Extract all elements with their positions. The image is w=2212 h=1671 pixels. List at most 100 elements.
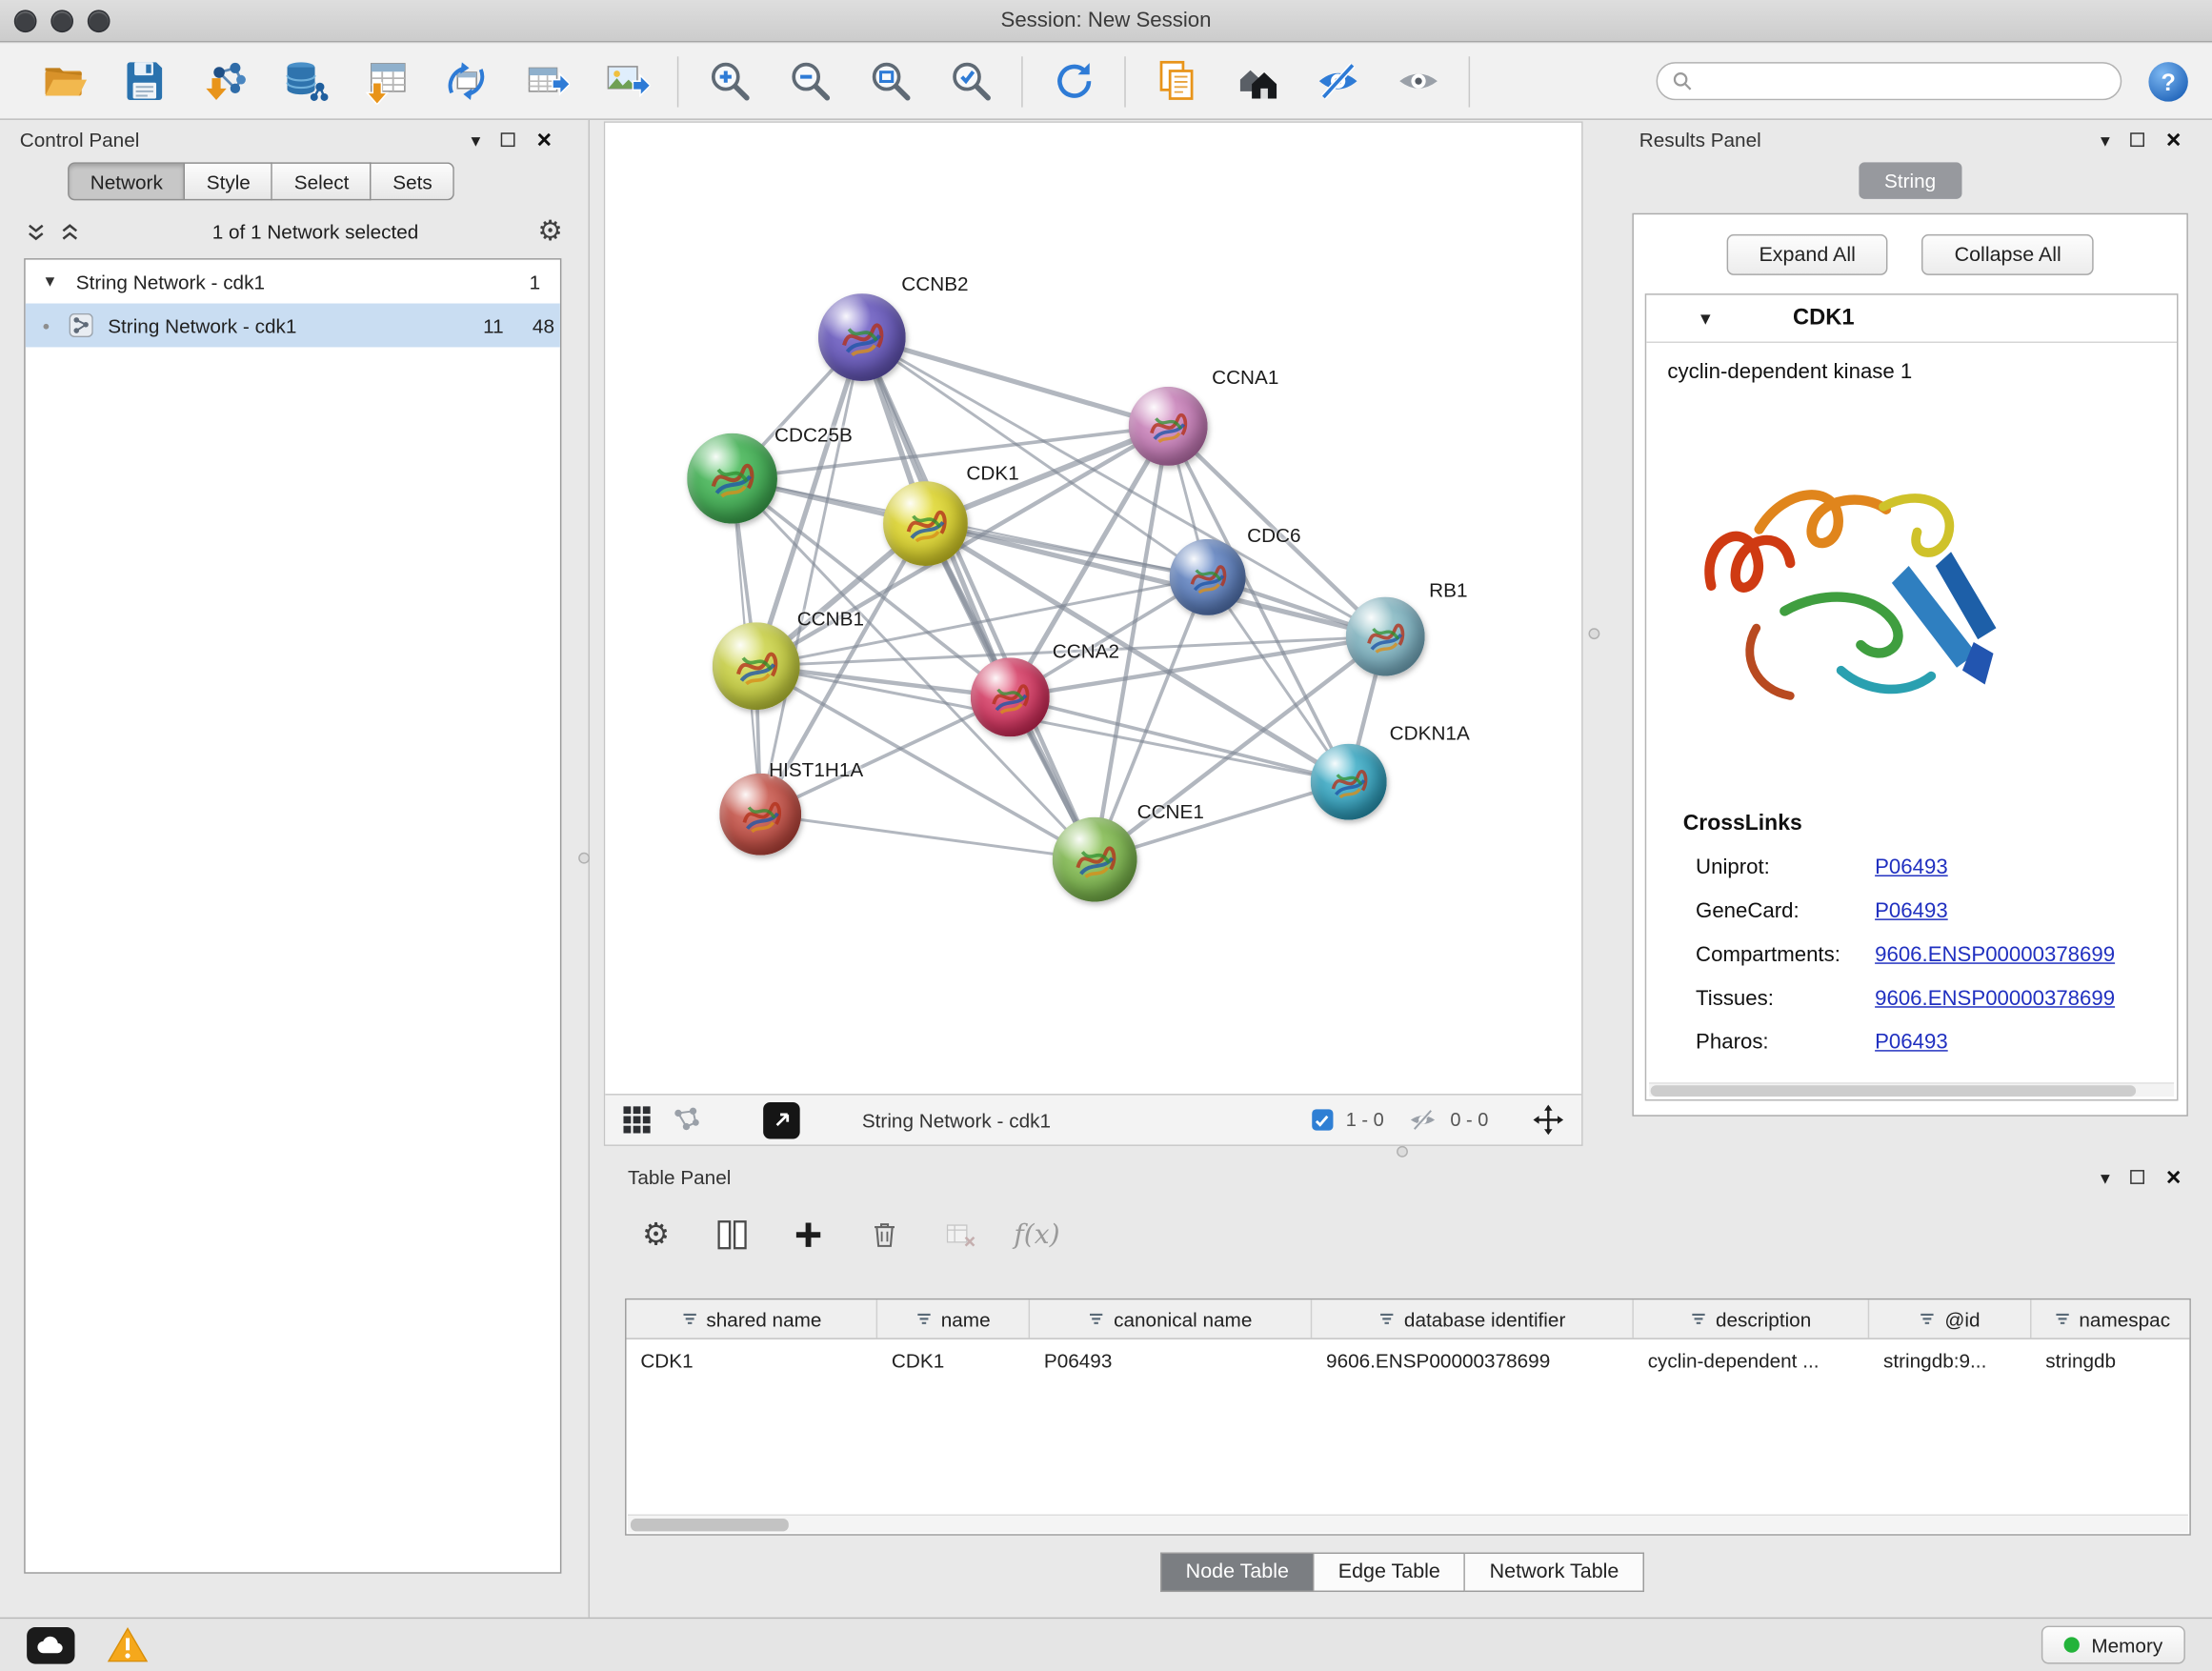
gene-section-header[interactable]: ▼ CDK1	[1646, 295, 2177, 343]
column-header[interactable]: canonical name	[1030, 1299, 1312, 1338]
float-panel-icon[interactable]	[2131, 132, 2145, 147]
network-node-RB1[interactable]	[1346, 597, 1425, 676]
tab-node-table[interactable]: Node Table	[1160, 1553, 1315, 1592]
home-button[interactable]	[1227, 51, 1286, 111]
table-cell[interactable]: stringdb	[2031, 1339, 2192, 1380]
hide-selected-button[interactable]	[1308, 51, 1367, 111]
tab-network-table[interactable]: Network Table	[1466, 1553, 1644, 1592]
new-network-from-selection-button[interactable]	[436, 51, 495, 111]
network-node-CCNB1[interactable]	[713, 622, 800, 710]
export-table-button[interactable]	[516, 51, 575, 111]
pan-move-icon[interactable]	[1532, 1103, 1564, 1136]
close-panel-icon[interactable]: ×	[2166, 1164, 2182, 1190]
network-options-gear-icon[interactable]: ⚙	[537, 217, 563, 246]
selected-items-checkbox[interactable]	[1312, 1109, 1333, 1130]
network-node-CCNB2[interactable]	[818, 293, 906, 381]
expand-all-networks-icon[interactable]	[59, 221, 80, 242]
network-node-CCNA1[interactable]	[1129, 387, 1208, 466]
crosslink-link[interactable]: P06493	[1875, 899, 1948, 923]
table-cell[interactable]: stringdb:9...	[1869, 1339, 2031, 1380]
tab-style[interactable]: Style	[186, 162, 273, 200]
tab-string-results[interactable]: String	[1859, 162, 1961, 199]
scrollbar-thumb[interactable]	[1651, 1085, 2136, 1097]
table-cell[interactable]: 9606.ENSP00000378699	[1312, 1339, 1634, 1380]
network-node-CDKN1A[interactable]	[1311, 744, 1387, 820]
open-session-button[interactable]	[34, 51, 93, 111]
zoom-fit-button[interactable]	[860, 51, 919, 111]
birds-eye-view-icon[interactable]	[672, 1105, 701, 1135]
help-button[interactable]: ?	[2144, 57, 2192, 105]
network-node-CDC6[interactable]	[1170, 539, 1246, 615]
export-image-button[interactable]	[596, 51, 655, 111]
network-edge[interactable]	[760, 337, 862, 815]
network-node-CCNA2[interactable]	[971, 657, 1050, 736]
column-header[interactable]: database identifier	[1312, 1299, 1634, 1338]
export-view-button[interactable]	[763, 1101, 800, 1138]
cloud-button[interactable]	[27, 1626, 74, 1663]
minimize-window-button[interactable]	[50, 10, 73, 32]
tab-network[interactable]: Network	[68, 162, 185, 200]
tab-edge-table[interactable]: Edge Table	[1315, 1553, 1466, 1592]
save-session-button[interactable]	[114, 51, 173, 111]
expand-all-button[interactable]: Expand All	[1726, 234, 1888, 275]
crosslink-link[interactable]: 9606.ENSP00000378699	[1875, 943, 2115, 967]
table-cell[interactable]: cyclin-dependent ...	[1634, 1339, 1869, 1380]
table-cell[interactable]: CDK1	[627, 1339, 878, 1380]
table-horizontal-scrollbar[interactable]	[628, 1515, 2188, 1533]
network-edge[interactable]	[760, 815, 1095, 859]
import-network-file-button[interactable]	[194, 51, 253, 111]
table-cell[interactable]: CDK1	[877, 1339, 1030, 1380]
collapse-all-button[interactable]: Collapse All	[1922, 234, 2094, 275]
close-panel-icon[interactable]: ×	[536, 127, 552, 152]
right-splitter-grip[interactable]	[1588, 628, 1599, 639]
scrollbar-thumb[interactable]	[631, 1519, 789, 1531]
collapse-panel-icon[interactable]: ▾	[472, 131, 481, 149]
column-header[interactable]: @id	[1869, 1299, 2031, 1338]
network-node-CDC25B[interactable]	[687, 433, 777, 524]
network-canvas[interactable]: CCNB2CCNA1CDC25BCDK1CDC6RB1CCNB1CCNA2CDK…	[605, 123, 1581, 1094]
collapse-panel-icon[interactable]: ▾	[2101, 1168, 2110, 1186]
results-horizontal-scrollbar[interactable]	[1649, 1082, 2174, 1097]
network-edge[interactable]	[862, 337, 1168, 426]
close-window-button[interactable]	[14, 10, 37, 32]
column-header[interactable]: name	[877, 1299, 1030, 1338]
show-columns-icon[interactable]	[711, 1214, 753, 1256]
network-node-HIST1H1A[interactable]	[719, 774, 801, 856]
tab-sets[interactable]: Sets	[372, 162, 454, 200]
network-row[interactable]: ● String Network - cdk1 11 48	[26, 304, 560, 348]
collapse-panel-icon[interactable]: ▾	[2101, 131, 2110, 149]
warnings-button[interactable]	[108, 1626, 149, 1664]
delete-table-icon[interactable]	[939, 1214, 981, 1256]
zoom-selected-button[interactable]	[941, 51, 1000, 111]
close-panel-icon[interactable]: ×	[2166, 127, 2182, 152]
table-row[interactable]: CDK1 CDK1 P06493 9606.ENSP00000378699 cy…	[627, 1339, 2190, 1380]
tree-expand-icon[interactable]: ▼	[42, 273, 57, 291]
left-splitter-grip[interactable]	[578, 853, 590, 864]
copy-button[interactable]	[1147, 51, 1206, 111]
grid-view-icon[interactable]	[622, 1105, 652, 1135]
import-table-button[interactable]	[355, 51, 414, 111]
crosslink-link[interactable]: P06493	[1875, 1030, 1948, 1054]
add-column-icon[interactable]	[787, 1214, 829, 1256]
network-edge[interactable]	[862, 337, 1095, 859]
apply-style-refresh-button[interactable]	[1044, 51, 1103, 111]
tab-select[interactable]: Select	[273, 162, 372, 200]
zoom-in-button[interactable]	[700, 51, 759, 111]
gene-details-scrollpane[interactable]: ▼ CDK1 cyclin-dependent kinase 1 Cros	[1645, 293, 2179, 1100]
section-collapse-icon[interactable]: ▼	[1698, 309, 1715, 329]
function-builder-icon[interactable]: f(x)	[1016, 1214, 1057, 1256]
crosslink-link[interactable]: P06493	[1875, 856, 1948, 879]
table-options-gear-icon[interactable]: ⚙	[634, 1214, 676, 1256]
network-edge[interactable]	[760, 697, 1010, 815]
network-node-CDK1[interactable]	[883, 481, 968, 566]
search-input[interactable]	[1701, 70, 2106, 92]
float-panel-icon[interactable]	[2131, 1170, 2145, 1184]
column-header[interactable]: description	[1634, 1299, 1869, 1338]
zoom-out-button[interactable]	[780, 51, 839, 111]
table-cell[interactable]: P06493	[1030, 1339, 1312, 1380]
network-node-CCNE1[interactable]	[1053, 817, 1137, 902]
show-all-button[interactable]	[1388, 51, 1447, 111]
crosslink-link[interactable]: 9606.ENSP00000378699	[1875, 986, 2115, 1010]
delete-column-trash-icon[interactable]	[863, 1214, 905, 1256]
memory-button[interactable]: Memory	[2042, 1626, 2185, 1664]
